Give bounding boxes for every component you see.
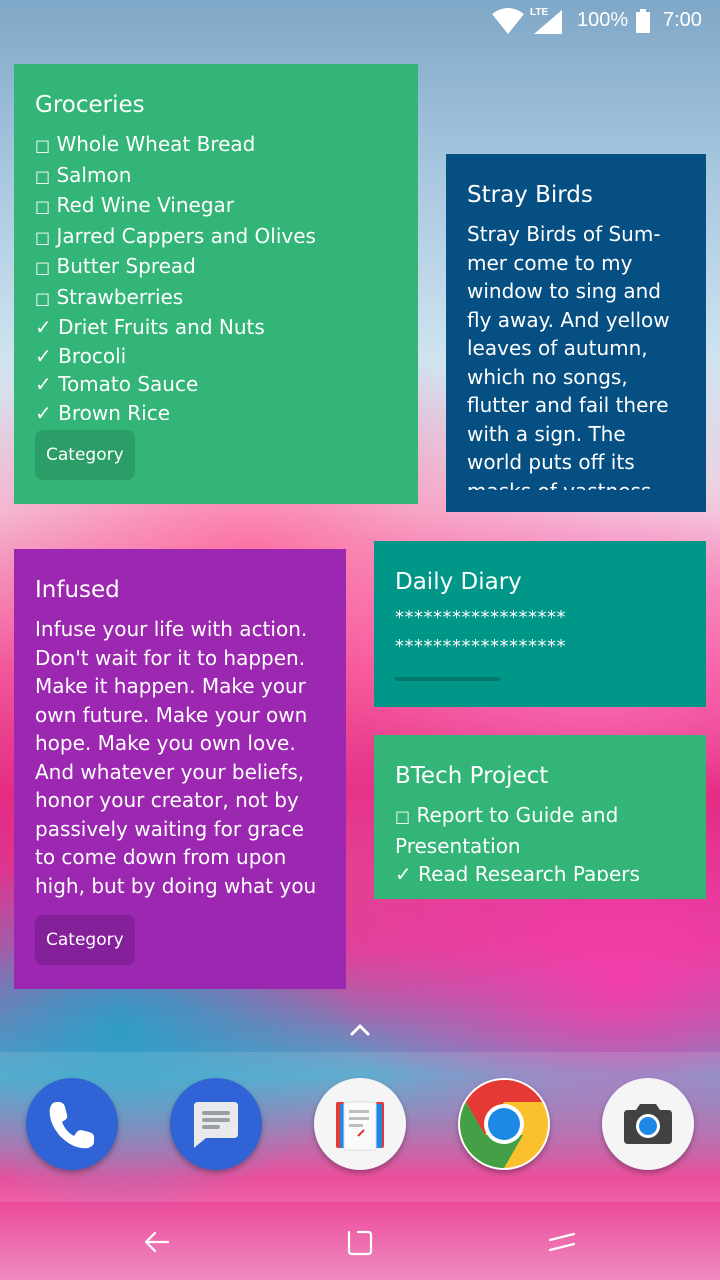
home-icon [347, 1230, 373, 1256]
phone-icon [49, 1102, 94, 1149]
checklist-item-text: Red Wine Vinegar [50, 193, 235, 217]
checkbox-icon[interactable]: □ [35, 228, 50, 247]
checkbox-icon[interactable]: □ [35, 136, 50, 155]
messages-app-button[interactable] [170, 1078, 262, 1170]
chrome-app-button[interactable] [458, 1078, 550, 1170]
checkmark-icon[interactable]: ✓ [35, 315, 52, 339]
checklist-item-text: Brown Rice [51, 400, 171, 421]
note-title: Infused [35, 577, 120, 603]
checkmark-icon[interactable]: ✓ [35, 344, 52, 368]
notes-app-button[interactable] [314, 1078, 406, 1170]
checklist-item: □ Butter Spread [35, 252, 316, 283]
note-body: Stray Birds of Sum- mer come to my windo… [467, 222, 670, 490]
checklist: □ Whole Wheat Bread □ Salmon □ Red Wine Vi… [35, 130, 316, 420]
messages-icon [194, 1102, 238, 1148]
checkbox-icon[interactable]: □ [35, 167, 50, 186]
checklist-item-checked: ✓ Read Research Papers [395, 860, 695, 881]
checklist-item-text: Butter Spread [50, 254, 196, 278]
battery-percent: 100% [577, 9, 629, 31]
checklist-item: □ Salmon [35, 161, 316, 192]
checklist-item-text: Driet Fruits and Nuts [51, 315, 265, 339]
category-button[interactable]: Category [35, 430, 135, 480]
checkmark-icon[interactable]: ✓ [35, 401, 52, 421]
camera-icon [624, 1104, 672, 1144]
checklist-item-text: Strawberries [50, 284, 184, 309]
checkbox-icon[interactable]: □ [395, 807, 410, 826]
back-button[interactable] [136, 1220, 180, 1264]
note-body: Infuse your life with action. Don't wait… [35, 617, 317, 898]
clock: 7:00 [663, 9, 702, 31]
checklist-item-text: Tomato Sauce [51, 372, 199, 396]
note-widget-daily-diary[interactable]: Daily Diary ****************** *********… [374, 541, 706, 707]
checklist-item: □ Strawberries [35, 283, 316, 314]
note-widget-groceries[interactable]: Groceries □ Whole Wheat Bread □ Salmon □ R… [14, 64, 418, 504]
checklist-item-text: Whole Wheat Bread [50, 132, 256, 156]
note-title: BTech Project [395, 763, 549, 789]
app-drawer-arrow-icon[interactable] [346, 1018, 374, 1040]
checklist-item: □ Report to Guide and Presentation [395, 801, 695, 860]
recents-icon [548, 1232, 576, 1252]
note-widget-btech-project[interactable]: BTech Project □ Report to Guide and Pres… [374, 735, 706, 899]
checklist-item-text: Report to Guide and Presentation [395, 803, 619, 858]
checklist-item: □ Jarred Cappers and Olives [35, 222, 316, 253]
checklist-item: □ Whole Wheat Bread [35, 130, 316, 161]
checklist-item-text: Jarred Cappers and Olives [50, 223, 316, 248]
note-widget-infused[interactable]: Infused Infuse your life with action. Do… [14, 549, 346, 989]
checklist-item-checked: ✓ Tomato Sauce [35, 370, 316, 399]
battery-icon [636, 9, 650, 33]
chrome-icon [460, 1080, 548, 1168]
checkbox-icon[interactable]: □ [35, 258, 50, 277]
category-button[interactable]: Category [35, 915, 135, 965]
note-title: Groceries [35, 92, 145, 118]
scroll-indicator [395, 677, 500, 681]
checklist-item-checked: ✓ Brown Rice [35, 399, 316, 421]
checklist-item-checked: ✓ Brocoli [35, 342, 316, 371]
notes-icon [336, 1101, 384, 1151]
note-title: Stray Birds [467, 182, 593, 208]
checkmark-icon[interactable]: ✓ [35, 372, 52, 396]
recents-button[interactable] [540, 1220, 584, 1264]
checklist-item-text: Salmon [50, 162, 132, 187]
checkbox-icon[interactable]: □ [35, 289, 50, 308]
home-button[interactable] [338, 1220, 382, 1264]
camera-app-button[interactable] [602, 1078, 694, 1170]
checklist-item-text: Brocoli [51, 343, 127, 368]
checklist-item-text: Read Research Papers [411, 862, 640, 881]
phone-app-button[interactable] [26, 1078, 118, 1170]
checklist: □ Report to Guide and Presentation ✓ Read… [395, 801, 695, 881]
note-body-masked: ****************** ****************** [395, 607, 566, 657]
note-title: Daily Diary [395, 569, 522, 595]
checkmark-icon[interactable]: ✓ [395, 862, 412, 881]
checkbox-icon[interactable]: □ [35, 197, 50, 216]
status-bar: LTE 100% 7:00 [0, 0, 720, 44]
wifi-icon [492, 8, 524, 34]
back-icon [144, 1231, 170, 1253]
checklist-item-checked: ✓ Driet Fruits and Nuts [35, 313, 316, 342]
navigation-bar [0, 1202, 720, 1280]
checklist-item: □ Red Wine Vinegar [35, 191, 316, 222]
cell-signal-icon [534, 10, 562, 34]
note-widget-stray-birds[interactable]: Stray Birds Stray Birds of Sum- mer come… [446, 154, 706, 512]
